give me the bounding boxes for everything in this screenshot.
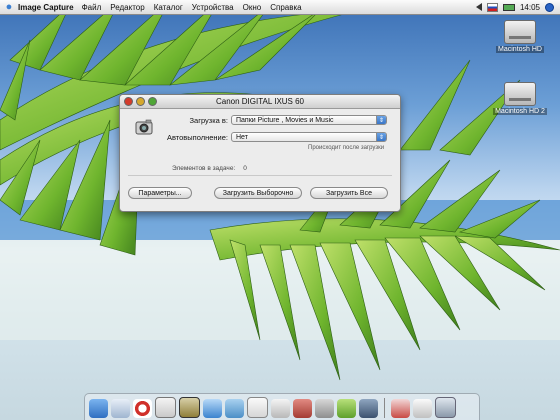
autotask-label: Автовыполнение:: [166, 132, 228, 142]
hard-disk-icon: [504, 82, 536, 106]
mail-icon[interactable]: [111, 399, 130, 418]
menu-extras: 14:05: [475, 2, 560, 12]
close-button[interactable]: [124, 97, 133, 106]
download-to-popup[interactable]: Папки Picture , Movies и Music ⇕: [231, 115, 387, 125]
menu-window[interactable]: Окно: [243, 3, 262, 12]
preview-icon[interactable]: [271, 399, 290, 418]
ical-icon[interactable]: [155, 397, 176, 418]
minimize-button[interactable]: [136, 97, 145, 106]
iphoto-icon[interactable]: [225, 399, 244, 418]
camera-icon: [135, 119, 153, 135]
download-to-value: Папки Picture , Movies и Music: [236, 117, 334, 124]
items-status: Элементов в задаче: 0: [172, 165, 247, 172]
utility-icon[interactable]: [315, 399, 334, 418]
items-label: Элементов в задаче:: [172, 165, 236, 172]
autotask-hint: Происходит после загрузки: [308, 145, 385, 151]
autotask-value: Нет: [236, 134, 248, 141]
cup-icon[interactable]: [413, 399, 432, 418]
options-button[interactable]: Параметры...: [128, 187, 192, 199]
finder-icon[interactable]: [89, 399, 108, 418]
menu-help[interactable]: Справка: [270, 3, 301, 12]
image-capture-icon[interactable]: [179, 397, 200, 418]
divider: [128, 175, 392, 176]
textedit-icon[interactable]: [247, 397, 268, 418]
spotlight-icon[interactable]: [545, 2, 554, 12]
hard-disk-icon: [504, 20, 536, 44]
input-menu-flag-icon[interactable]: [486, 2, 498, 12]
menu-file[interactable]: Файл: [82, 3, 102, 12]
dock-separator: [384, 398, 385, 418]
window-titlebar[interactable]: Canon DIGITAL IXUS 60: [120, 95, 400, 109]
autotask-popup[interactable]: Нет ⇕: [231, 132, 387, 142]
items-value: 0: [243, 165, 247, 172]
desktop-disk-1[interactable]: Macintosh HD: [488, 20, 552, 53]
download-some-button[interactable]: Загрузить Выборочно: [214, 187, 302, 199]
disk-label: Macintosh HD 2: [493, 108, 547, 115]
window-title: Canon DIGITAL IXUS 60: [215, 97, 305, 106]
download-all-button[interactable]: Загрузить Все: [310, 187, 388, 199]
download-to-label: Загрузка в:: [189, 115, 228, 125]
ie-icon[interactable]: [133, 399, 152, 418]
dock: [84, 393, 480, 420]
image-capture-window: Canon DIGITAL IXUS 60 Загрузка в: Папки …: [119, 94, 401, 212]
pencil-icon[interactable]: [337, 399, 356, 418]
tool-icon[interactable]: [359, 399, 378, 418]
menu-clock[interactable]: 14:05: [520, 3, 540, 12]
menu-edit[interactable]: Редактор: [110, 3, 144, 12]
battery-icon[interactable]: [502, 3, 515, 11]
menu-catalog[interactable]: Каталог: [154, 3, 183, 12]
volume-icon[interactable]: [475, 3, 482, 11]
window-controls: [120, 97, 157, 106]
autotask-row: Автовыполнение: Нет ⇕: [160, 132, 387, 142]
menu-app-name[interactable]: Image Capture: [18, 3, 74, 12]
menu-bar: ● Image Capture Файл Редактор Каталог Ус…: [0, 0, 560, 15]
desktop-disk-2[interactable]: Macintosh HD 2: [488, 82, 552, 115]
download-to-row: Загрузка в: Папки Picture , Movies и Mus…: [160, 115, 387, 125]
disk-label: Macintosh HD: [496, 46, 544, 53]
zoom-button[interactable]: [148, 97, 157, 106]
app-icon[interactable]: [293, 399, 312, 418]
popup-arrows-icon: ⇕: [376, 116, 386, 124]
app2-icon[interactable]: [391, 399, 410, 418]
apple-menu-icon[interactable]: ●: [0, 1, 18, 13]
itunes-icon[interactable]: [203, 399, 222, 418]
popup-arrows-icon: ⇕: [376, 133, 386, 141]
trash-icon[interactable]: [435, 397, 456, 418]
menu-devices[interactable]: Устройства: [192, 3, 234, 12]
